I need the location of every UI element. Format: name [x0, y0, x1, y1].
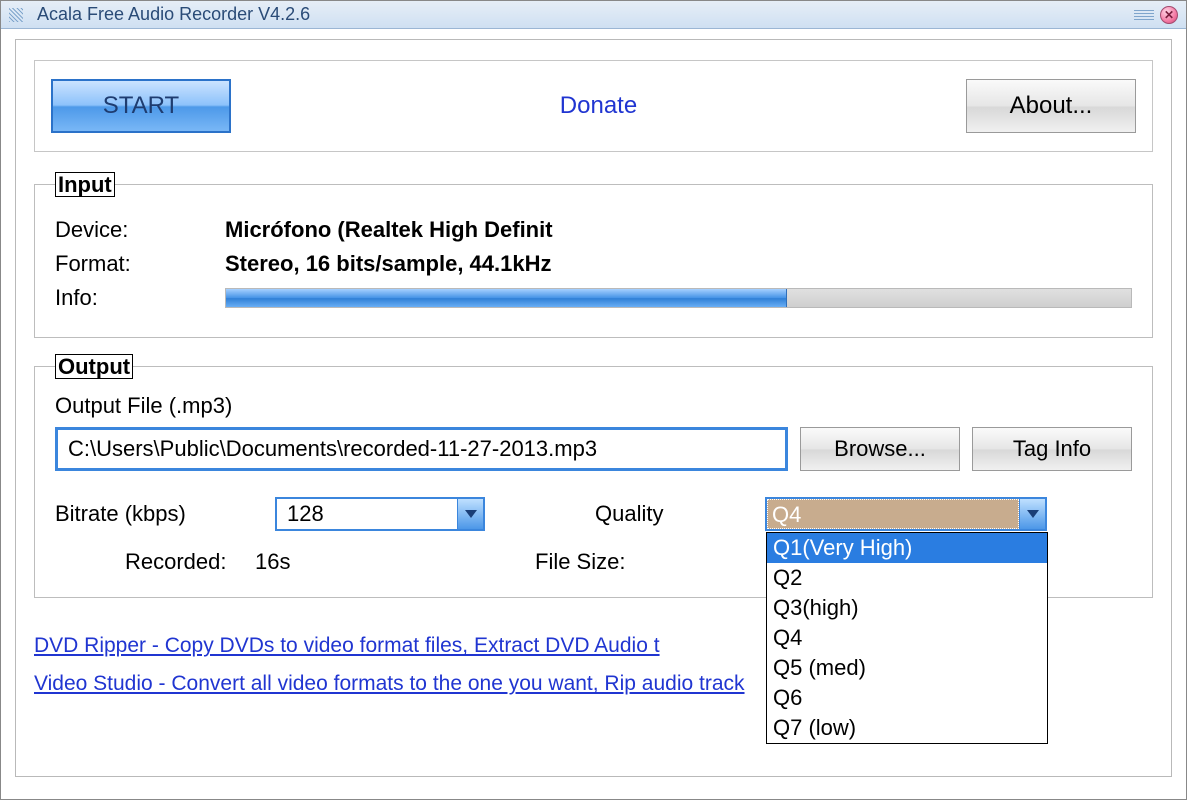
quality-dropdown[interactable]: Q1(Very High)Q2Q3(high)Q4Q5 (med)Q6Q7 (l… [766, 532, 1048, 744]
start-button[interactable]: START [51, 79, 231, 133]
quality-option[interactable]: Q1(Very High) [767, 533, 1047, 563]
app-window: Acala Free Audio Recorder V4.2.6 ✕ START… [0, 0, 1187, 800]
quality-select[interactable]: Q4 [765, 497, 1047, 531]
recorded-label: Recorded: [125, 549, 255, 575]
donate-link[interactable]: Donate [231, 92, 966, 120]
about-button[interactable]: About... [966, 79, 1136, 133]
quality-value: Q4 [767, 499, 1019, 529]
window-title: Acala Free Audio Recorder V4.2.6 [37, 4, 310, 25]
recorded-value: 16s [255, 549, 415, 575]
main-panel: START Donate About... Input Device: Micr… [15, 39, 1172, 777]
bitrate-select[interactable]: 128 [275, 497, 485, 531]
top-toolbar: START Donate About... [34, 60, 1153, 152]
level-meter [225, 288, 1132, 308]
quality-option[interactable]: Q6 [767, 683, 1047, 713]
tag-info-button[interactable]: Tag Info [972, 427, 1132, 471]
bitrate-label: Bitrate (kbps) [55, 501, 275, 527]
format-label: Format: [55, 251, 225, 277]
quality-option[interactable]: Q7 (low) [767, 713, 1047, 743]
quality-option[interactable]: Q4 [767, 623, 1047, 653]
device-label: Device: [55, 217, 225, 243]
browse-button[interactable]: Browse... [800, 427, 960, 471]
info-label: Info: [55, 285, 225, 311]
level-fill [226, 289, 787, 307]
output-file-label: Output File (.mp3) [55, 393, 1132, 419]
title-bar[interactable]: Acala Free Audio Recorder V4.2.6 ✕ [1, 1, 1186, 29]
input-group: Input Device: Micrófono (Realtek High De… [34, 172, 1153, 338]
filesize-label: File Size: [535, 549, 625, 575]
input-legend: Input [55, 172, 115, 197]
format-value: Stereo, 16 bits/sample, 44.1kHz [225, 251, 552, 277]
device-value: Micrófono (Realtek High Definit [225, 217, 553, 243]
chevron-down-icon [457, 499, 483, 529]
chevron-down-icon [1019, 499, 1045, 529]
quality-label: Quality [595, 501, 765, 527]
close-icon: ✕ [1164, 9, 1174, 21]
quality-option[interactable]: Q2 [767, 563, 1047, 593]
bitrate-value: 128 [277, 499, 457, 529]
title-grip-icon [9, 8, 23, 22]
title-grip-icon [1134, 10, 1154, 20]
close-button[interactable]: ✕ [1160, 6, 1178, 24]
output-file-input[interactable] [55, 427, 788, 471]
quality-option[interactable]: Q5 (med) [767, 653, 1047, 683]
output-legend: Output [55, 354, 133, 379]
quality-option[interactable]: Q3(high) [767, 593, 1047, 623]
